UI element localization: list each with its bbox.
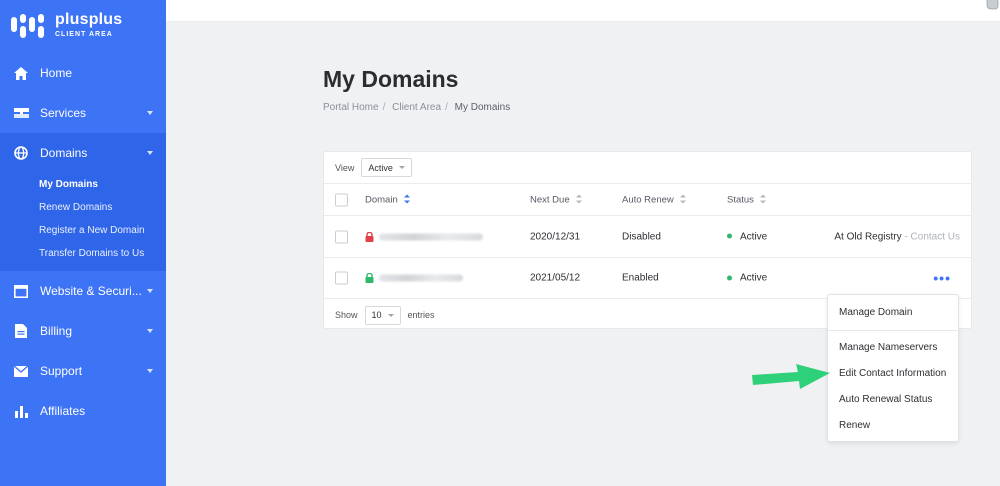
- auto-renew-value: Disabled: [622, 231, 661, 242]
- sidebar-item-support[interactable]: Support: [0, 351, 166, 391]
- select-all-checkbox[interactable]: [335, 193, 348, 206]
- view-select[interactable]: Active: [361, 158, 412, 177]
- sidebar-subitem-register-domain[interactable]: Register a New Domain: [39, 219, 166, 242]
- status-badge: Active: [727, 273, 767, 284]
- more-actions-button[interactable]: •••: [933, 270, 951, 286]
- dropdown-caret-icon: [387, 313, 394, 317]
- column-header-status[interactable]: Status: [727, 194, 766, 205]
- chevron-down-icon: [147, 111, 153, 115]
- view-filter: View Active: [324, 152, 971, 184]
- menu-divider: [828, 330, 958, 331]
- top-bar: [166, 0, 1000, 22]
- server-icon: [13, 105, 29, 121]
- breadcrumb-client-area[interactable]: Client Area: [392, 102, 441, 113]
- sidebar-subitem-transfer-domains[interactable]: Transfer Domains to Us: [39, 242, 166, 265]
- dropdown-caret-icon: [398, 166, 405, 169]
- sidebar-item-label: Support: [40, 364, 83, 378]
- sidebar-item-label: Website & Securi...: [40, 284, 142, 298]
- sidebar-item-label: Domains: [40, 146, 88, 160]
- breadcrumb-portal-home[interactable]: Portal Home: [323, 102, 379, 113]
- sidebar-item-label: Billing: [40, 324, 73, 338]
- view-label: View: [335, 162, 355, 173]
- sidebar-item-website-security[interactable]: Website & Securi...: [0, 271, 166, 311]
- sidebar-item-home[interactable]: Home: [0, 53, 166, 93]
- domain-name-redacted[interactable]: [379, 274, 463, 282]
- table-header: Domain Next Due Auto Renew Status: [324, 184, 971, 216]
- sort-icon: [759, 194, 766, 204]
- column-header-auto-renew[interactable]: Auto Renew: [622, 194, 686, 205]
- page-title: My Domains: [323, 66, 459, 92]
- sort-icon: [679, 194, 686, 204]
- next-due: 2021/05/12: [530, 272, 581, 284]
- show-label: Show: [335, 310, 358, 320]
- sidebar-group-domains: Domains My Domains Renew Domains Registe…: [0, 133, 166, 271]
- status-badge: Active: [727, 231, 767, 242]
- sidebar-item-domains[interactable]: Domains: [0, 133, 166, 173]
- home-icon: [13, 65, 29, 81]
- chevron-down-icon: [147, 151, 153, 155]
- sidebar-subitem-my-domains[interactable]: My Domains: [39, 173, 166, 196]
- hand-cursor-icon: [986, 0, 999, 10]
- chevron-down-icon: [147, 369, 153, 373]
- page-length-control: Show 10 entries: [335, 301, 435, 329]
- domain-name-redacted[interactable]: [379, 233, 483, 240]
- chevron-down-icon: [147, 289, 153, 293]
- sidebar-item-label: Home: [40, 66, 73, 80]
- brand-name: plusplus: [55, 11, 123, 28]
- entries-select[interactable]: 10: [364, 305, 401, 325]
- column-header-next-due[interactable]: Next Due: [530, 194, 582, 205]
- menu-item-manage-domain[interactable]: Manage Domain: [839, 307, 912, 318]
- lock-icon: [365, 231, 374, 242]
- sort-icon: [403, 194, 410, 204]
- domain-actions-menu: Manage Domain Manage Nameservers Edit Co…: [827, 294, 959, 442]
- table-row[interactable]: 2020/12/31 Disabled Active At Old Regist…: [324, 216, 971, 258]
- table-row[interactable]: 2021/05/12 Enabled Active •••: [324, 258, 971, 299]
- sidebar-item-affiliates[interactable]: Affiliates: [0, 391, 166, 431]
- envelope-icon: [13, 363, 29, 379]
- annotation-arrow-icon: [752, 364, 830, 389]
- lock-icon: [365, 272, 374, 283]
- menu-item-edit-contact-information[interactable]: Edit Contact Information: [839, 368, 946, 379]
- registry-note: At Old Registry - Contact Us: [834, 231, 960, 242]
- auto-renew-value: Enabled: [622, 272, 659, 284]
- next-due: 2020/12/31: [530, 231, 581, 242]
- sidebar-item-label: Affiliates: [40, 404, 86, 418]
- breadcrumb: Portal Home / Client Area / My Domains: [323, 102, 511, 113]
- window-icon: [13, 283, 29, 299]
- row-checkbox[interactable]: [335, 271, 348, 285]
- contact-us-link[interactable]: Contact Us: [911, 231, 960, 242]
- file-icon: [13, 323, 29, 339]
- sidebar-item-billing[interactable]: Billing: [0, 311, 166, 351]
- entries-label: entries: [407, 310, 435, 320]
- brand-logo[interactable]: plusplus CLIENT AREA: [0, 0, 166, 50]
- menu-item-auto-renewal-status[interactable]: Auto Renewal Status: [839, 394, 932, 405]
- row-checkbox[interactable]: [335, 230, 348, 243]
- globe-icon: [13, 145, 29, 161]
- entries-select-value: 10: [371, 310, 382, 320]
- brand-subtitle: CLIENT AREA: [55, 31, 113, 38]
- sidebar-subitem-renew-domains[interactable]: Renew Domains: [39, 196, 166, 219]
- view-select-value: Active: [368, 162, 393, 173]
- breadcrumb-current: My Domains: [454, 102, 511, 113]
- chevron-down-icon: [147, 329, 153, 333]
- column-header-domain[interactable]: Domain: [365, 194, 410, 205]
- sidebar-item-services[interactable]: Services: [0, 93, 166, 133]
- sidebar: plusplus CLIENT AREA Home Services Domai…: [0, 0, 166, 486]
- menu-item-manage-nameservers[interactable]: Manage Nameservers: [839, 342, 937, 353]
- sidebar-item-label: Services: [40, 106, 87, 120]
- menu-item-renew[interactable]: Renew: [839, 420, 870, 431]
- sort-icon: [575, 194, 582, 204]
- bar-chart-icon: [13, 403, 29, 419]
- plusplus-logo-icon: [11, 12, 47, 38]
